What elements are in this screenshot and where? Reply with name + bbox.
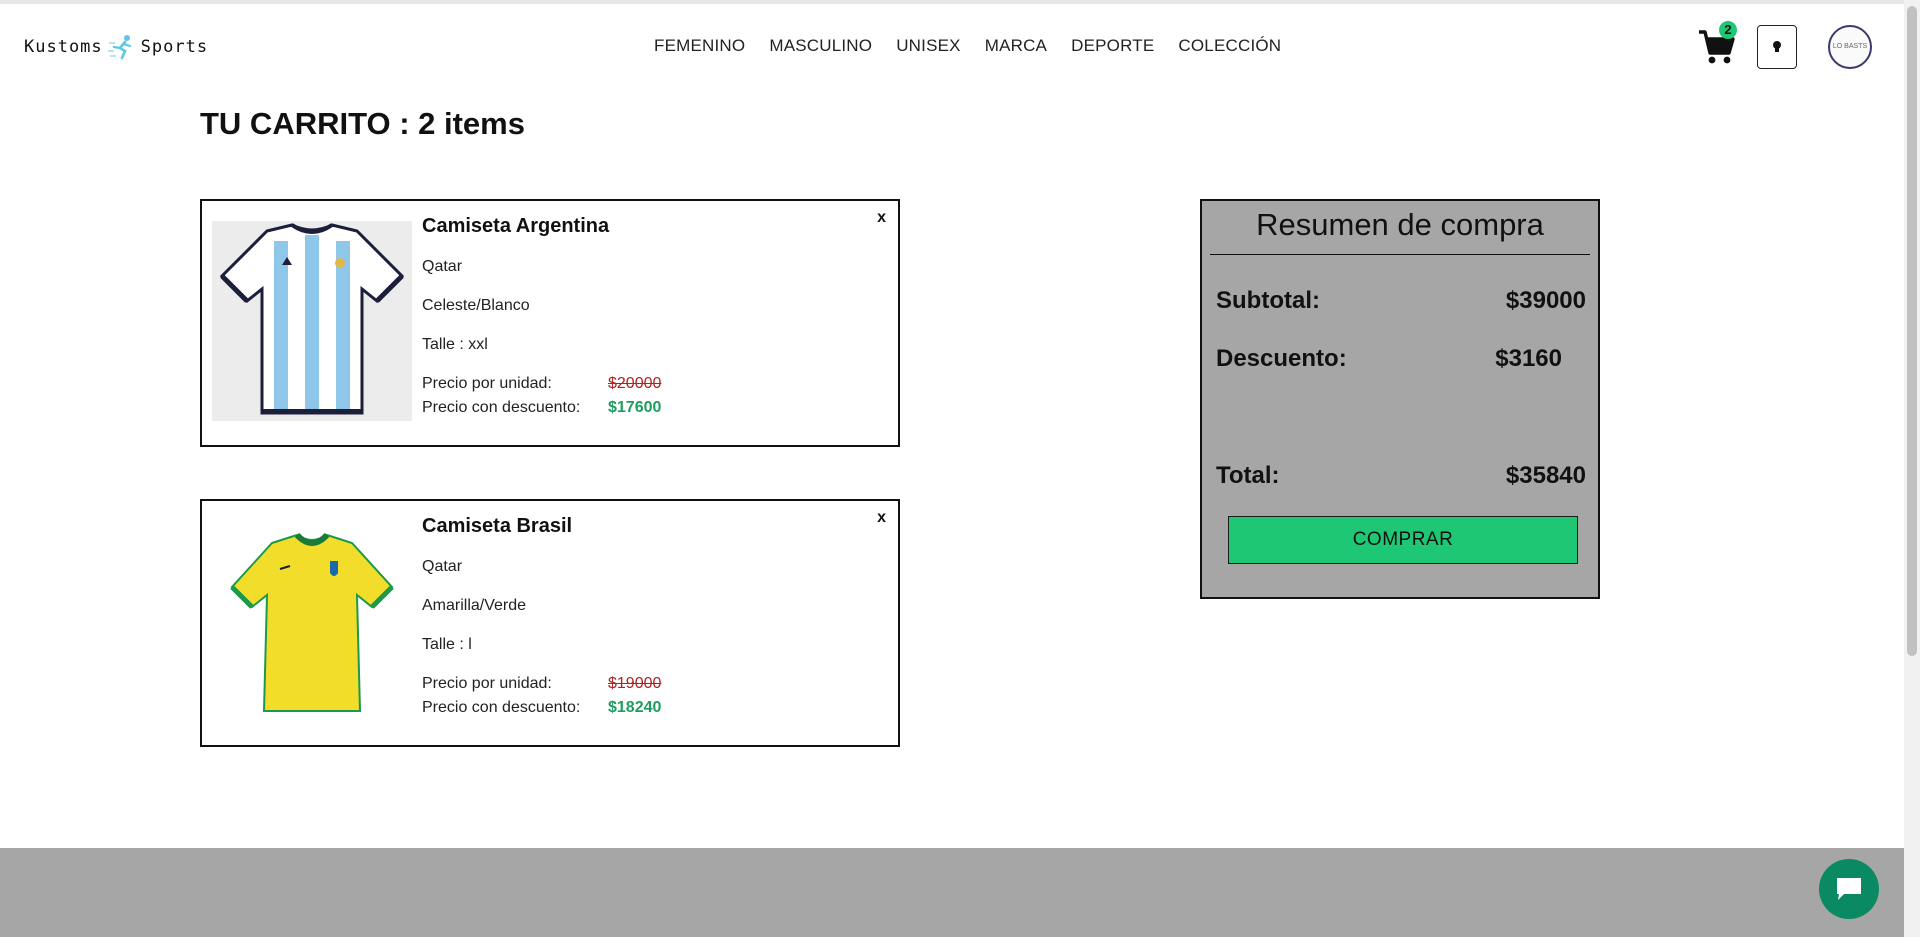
runner-logo-icon (107, 35, 131, 60)
argentina-jersey-image[interactable] (212, 221, 412, 421)
chat-bubble-icon (1837, 878, 1861, 900)
nav-coleccion[interactable]: COLECCIÓN (1178, 36, 1281, 56)
theme-toggle-button[interactable] (1757, 25, 1797, 69)
total-label: Total: (1216, 462, 1280, 489)
cart-item: Camiseta Argentina x Qatar Celeste/Blanc… (200, 199, 900, 447)
page-title: TU CARRITO : 2 items (200, 106, 525, 141)
user-avatar[interactable]: LO BASTS (1828, 25, 1872, 69)
discount-price-label: Precio con descuento: (422, 399, 581, 416)
remove-item-button[interactable]: x (877, 509, 886, 527)
discount-price: $18240 (608, 699, 662, 716)
nav-unisex[interactable]: UNISEX (896, 36, 961, 56)
unit-price: $20000 (608, 375, 662, 392)
cart-item: Camiseta Brasil x Qatar Amarilla/Verde T… (200, 499, 900, 747)
chat-button[interactable] (1819, 859, 1879, 919)
item-color: Amarilla/Verde (422, 597, 527, 614)
discount-price-label: Precio con descuento: (422, 699, 581, 716)
item-name: Camiseta Brasil (422, 515, 573, 537)
buy-button[interactable]: COMPRAR (1228, 516, 1578, 564)
footer (0, 848, 1904, 937)
discount-value: $3160 (1495, 345, 1562, 372)
main-nav: FEMENINO MASCULINO UNISEX MARCA DEPORTE … (654, 36, 1281, 56)
brand-logo[interactable]: Kustoms Sports (24, 32, 208, 62)
nav-marca[interactable]: MARCA (985, 36, 1047, 56)
lightbulb-icon (1773, 41, 1781, 52)
unit-price-label: Precio por unidad: (422, 375, 552, 392)
item-size: Talle : l (422, 636, 472, 653)
remove-item-button[interactable]: x (877, 209, 886, 227)
discount-label: Descuento: (1216, 345, 1347, 372)
total-value: $35840 (1505, 462, 1586, 489)
cart-count-badge: 2 (1719, 21, 1737, 39)
item-size: Talle : xxl (422, 336, 488, 353)
summary-title: Resumen de compra (1256, 207, 1544, 242)
order-summary: Resumen de compra Subtotal: $39000 Descu… (1200, 199, 1600, 599)
item-collection: Qatar (422, 558, 463, 575)
top-border (0, 0, 1904, 4)
nav-deporte[interactable]: DEPORTE (1071, 36, 1154, 56)
subtotal-label: Subtotal: (1216, 287, 1320, 314)
discount-price: $17600 (608, 399, 662, 416)
unit-price-label: Precio por unidad: (422, 675, 552, 692)
brand-name-right: Sports (140, 37, 209, 57)
scrollbar-thumb[interactable] (1907, 6, 1917, 656)
brand-name-left: Kustoms (24, 37, 103, 57)
nav-masculino[interactable]: MASCULINO (769, 36, 872, 56)
item-collection: Qatar (422, 258, 463, 275)
subtotal-value: $39000 (1505, 287, 1586, 314)
summary-divider (1210, 254, 1590, 255)
item-color: Celeste/Blanco (422, 297, 530, 314)
unit-price: $19000 (608, 675, 662, 692)
nav-femenino[interactable]: FEMENINO (654, 36, 745, 56)
item-name: Camiseta Argentina (422, 215, 610, 237)
brasil-jersey-image[interactable] (212, 521, 412, 721)
